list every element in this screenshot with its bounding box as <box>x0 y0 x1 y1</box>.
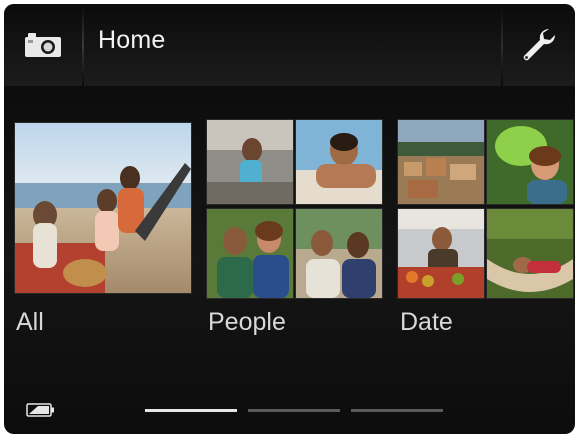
header-divider <box>82 4 84 86</box>
album-label: All <box>16 308 44 336</box>
date-photo-4 <box>486 208 574 299</box>
album-people[interactable]: People <box>206 119 384 336</box>
people-photo-2 <box>295 119 383 205</box>
date-photo-3 <box>397 208 485 299</box>
album-label: Date <box>400 308 453 336</box>
page-indicator-2[interactable] <box>248 409 340 412</box>
album-all-photo <box>14 122 192 294</box>
header-bar: Home <box>4 4 575 86</box>
page-title: Home <box>98 26 166 54</box>
battery-icon <box>26 403 54 417</box>
settings-button[interactable] <box>503 4 575 86</box>
date-photo-2 <box>486 119 574 205</box>
camera-icon <box>25 33 61 57</box>
album-label: People <box>208 308 286 336</box>
page-indicator-3[interactable] <box>351 409 443 412</box>
battery-indicator <box>26 403 56 422</box>
camera-button[interactable] <box>4 4 82 86</box>
people-photo-3 <box>206 208 294 299</box>
date-photo-1 <box>397 119 485 205</box>
wrench-icon <box>523 28 556 61</box>
home-screen: Home All People Date <box>4 4 575 434</box>
page-indicator-1[interactable] <box>145 409 237 412</box>
album-date[interactable]: Date <box>397 119 575 336</box>
people-photo-4 <box>295 208 383 299</box>
people-photo-1 <box>206 119 294 205</box>
album-all[interactable]: All <box>14 122 192 336</box>
